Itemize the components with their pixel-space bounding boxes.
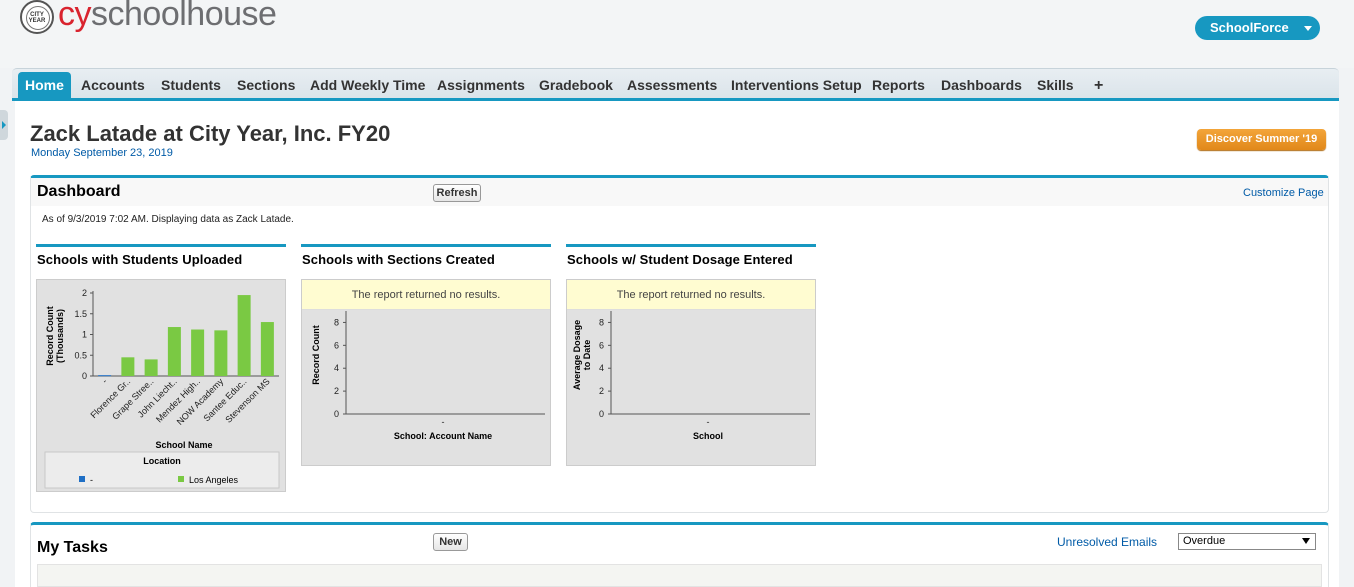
bar (167, 327, 181, 376)
legend-label: Los Angeles (189, 475, 239, 485)
y-tick-label: 0 (334, 409, 339, 419)
tab-add-icon[interactable]: + (1094, 73, 1103, 98)
logo-schoolhouse: schoolhouse (91, 0, 277, 33)
app-switcher-button[interactable]: SchoolForce (1195, 16, 1320, 40)
tab-assessments[interactable]: Assessments (627, 73, 717, 98)
new-task-button[interactable]: New (433, 533, 468, 551)
tab-skills[interactable]: Skills (1037, 73, 1074, 98)
y-tick-label: 2 (82, 288, 87, 298)
component-1-chart[interactable]: 0 0.5 1 1.5 2 Record Count(Thousands) - Florenc… (36, 279, 286, 492)
logo-seal-text: CITY YEAR (28, 12, 46, 24)
app-header: CITY YEAR cyschoolhouse SchoolForce (0, 0, 1354, 68)
my-tasks-title: My Tasks (37, 539, 108, 556)
sidebar-toggle-handle[interactable] (0, 110, 8, 140)
y-tick-label: 1.5 (74, 309, 87, 319)
y-tick-label: 0.5 (74, 350, 87, 360)
bar (214, 330, 228, 376)
y-tick-label: 2 (334, 386, 339, 396)
bar (237, 295, 251, 376)
task-filter-select[interactable]: Overdue (1178, 533, 1316, 550)
city-year-seal-icon: CITY YEAR (20, 0, 54, 34)
dosage-entered-chart: 0 2 4 6 8 Average Dosageto Date - School (572, 311, 810, 441)
bar (121, 357, 135, 376)
x-axis-label: School Name (155, 440, 212, 450)
x-tick-label: - (707, 417, 710, 427)
component-3-title: Schools w/ Student Dosage Entered (567, 252, 793, 267)
component-2-chart[interactable]: The report returned no results. 0 2 4 6 8 Rec… (301, 279, 551, 466)
y-axis-label: Average Dosageto Date (572, 320, 592, 390)
y-axis-label: Record Count(Thousands) (45, 306, 65, 366)
sections-created-chart: 0 2 4 6 8 Record Count - School: Account Name (311, 311, 545, 441)
x-tick-label: - (442, 417, 445, 427)
tab-add-weekly-time[interactable]: Add Weekly Time (310, 73, 425, 98)
tab-dashboards[interactable]: Dashboards (941, 73, 1022, 98)
legend-label: - (90, 475, 93, 485)
legend-swatch (79, 476, 85, 482)
component-1-topline (36, 244, 286, 247)
component-1-title: Schools with Students Uploaded (37, 252, 243, 267)
bar (98, 375, 112, 377)
dropdown-arrow-icon (1302, 538, 1310, 544)
chevron-down-icon (1304, 26, 1312, 31)
page-title: Zack Latade at City Year, Inc. FY20 (30, 121, 391, 146)
y-tick-label: 6 (334, 340, 339, 350)
component-3-topline (566, 244, 816, 247)
bar (144, 359, 158, 376)
logo-wordmark: cyschoolhouse (58, 0, 277, 34)
task-filter-value: Overdue (1183, 535, 1226, 547)
tab-reports[interactable]: Reports (872, 73, 925, 98)
cyschoolhouse-logo[interactable]: CITY YEAR cyschoolhouse (20, 0, 277, 34)
bar (191, 329, 205, 376)
legend-swatch (178, 476, 184, 482)
y-tick-label: 4 (334, 363, 339, 373)
dashboard-header-bar (31, 178, 1328, 206)
y-axis-label: Record Count (311, 325, 321, 385)
y-tick-label: 2 (599, 386, 604, 396)
discover-summer-button[interactable]: Discover Summer '19 (1197, 129, 1326, 150)
y-tick-label: 4 (599, 363, 604, 373)
main-tab-bar: Home Accounts Students Sections Add Week… (12, 68, 1339, 101)
component-2-topline (301, 244, 551, 247)
tab-interventions-setup[interactable]: Interventions Setup (731, 73, 862, 98)
y-tick-label: 0 (82, 371, 87, 381)
tasks-list-area (37, 564, 1322, 587)
y-tick-label: 6 (599, 340, 604, 350)
x-axis-label: School (693, 431, 723, 441)
dashboard-title: Dashboard (37, 183, 121, 200)
students-uploaded-chart: 00.511.52Record Count(Thousands)-Florenc… (44, 288, 280, 489)
tab-sections[interactable]: Sections (237, 73, 295, 98)
tab-home[interactable]: Home (18, 72, 71, 99)
tab-students[interactable]: Students (161, 73, 221, 98)
logo-cy: cy (58, 0, 92, 33)
bar (260, 322, 274, 376)
unresolved-emails-link[interactable]: Unresolved Emails (1057, 535, 1157, 549)
component-3-chart[interactable]: The report returned no results. 0 2 4 6 8 Ave… (566, 279, 816, 466)
dashboard-as-of-text: As of 9/3/2019 7:02 AM. Displaying data … (42, 214, 294, 225)
tab-gradebook[interactable]: Gradebook (539, 73, 613, 98)
refresh-button[interactable]: Refresh (433, 184, 481, 202)
y-tick-label: 8 (334, 317, 339, 327)
app-switcher-label: SchoolForce (1210, 20, 1289, 35)
component-2-title: Schools with Sections Created (302, 252, 495, 267)
page-date: Monday September 23, 2019 (31, 147, 173, 159)
y-tick-label: 0 (599, 409, 604, 419)
x-tick-label: - (100, 376, 109, 385)
customize-page-link[interactable]: Customize Page (1243, 187, 1324, 199)
y-tick-label: 1 (82, 330, 87, 340)
legend-title: Location (143, 456, 181, 466)
tab-assignments[interactable]: Assignments (437, 73, 525, 98)
x-axis-label: School: Account Name (394, 431, 492, 441)
y-tick-label: 8 (599, 317, 604, 327)
tab-accounts[interactable]: Accounts (81, 73, 145, 98)
